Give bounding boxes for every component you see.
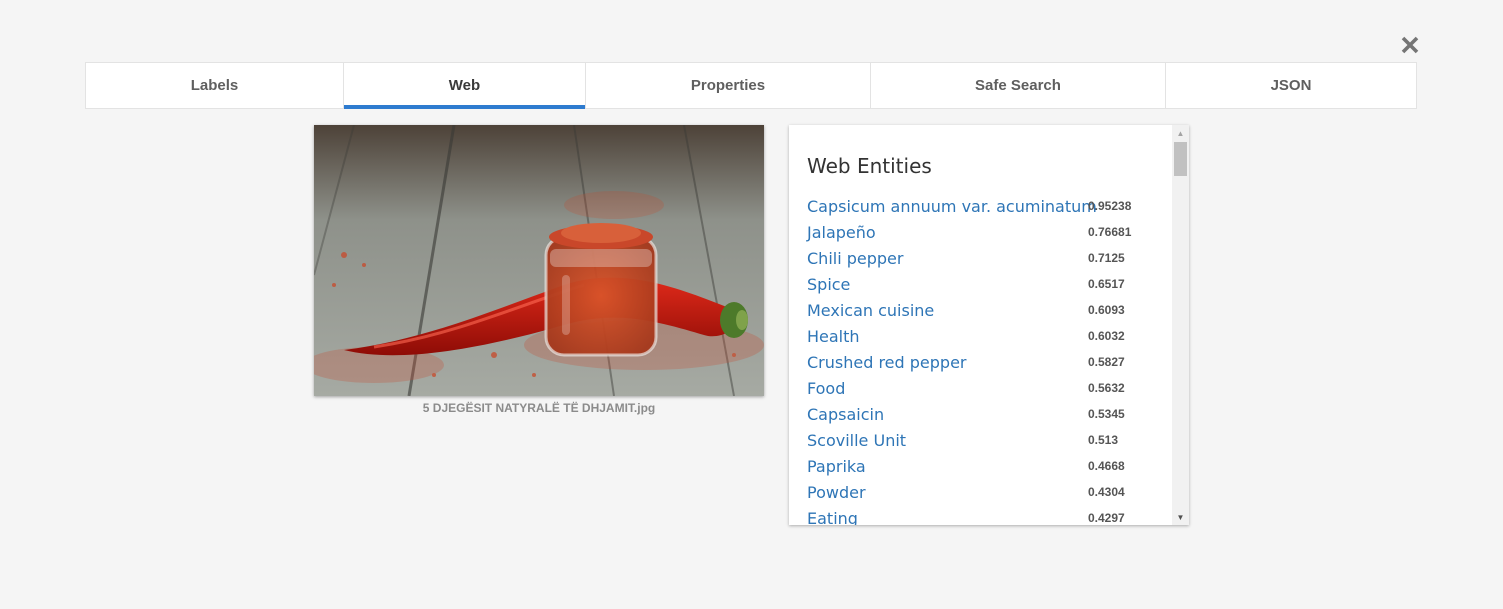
close-icon <box>1401 36 1419 54</box>
entity-link[interactable]: Mexican cuisine <box>807 301 934 320</box>
list-item: Mexican cuisine 0.6093 <box>807 297 1157 323</box>
entity-score: 0.4304 <box>1088 485 1125 499</box>
list-item: Eating 0.4297 <box>807 505 1157 526</box>
tab-label: Web <box>448 77 481 94</box>
list-item: Spice 0.6517 <box>807 271 1157 297</box>
entity-link[interactable]: Chili pepper <box>807 249 903 268</box>
scroll-up-button[interactable]: ▲ <box>1172 125 1189 141</box>
close-button[interactable] <box>1398 33 1422 57</box>
tab-safe-search[interactable]: Safe Search <box>871 63 1166 108</box>
entity-score: 0.7125 <box>1088 251 1125 265</box>
entity-score: 0.6093 <box>1088 303 1125 317</box>
entity-link[interactable]: Capsaicin <box>807 405 884 424</box>
tab-label: Labels <box>190 77 239 94</box>
tab-label: JSON <box>1270 77 1312 94</box>
list-item: Health 0.6032 <box>807 323 1157 349</box>
entity-link[interactable]: Jalapeño <box>807 223 876 242</box>
tab-json[interactable]: JSON <box>1166 63 1416 108</box>
image-caption: 5 DJEGËSIT NATYRALË TË DHJAMIT.jpg <box>422 401 656 415</box>
tab-properties[interactable]: Properties <box>586 63 871 108</box>
entity-score: 0.5632 <box>1088 381 1125 395</box>
list-item: Crushed red pepper 0.5827 <box>807 349 1157 375</box>
list-item: Chili pepper 0.7125 <box>807 245 1157 271</box>
panel-title: Web Entities <box>807 154 932 178</box>
entity-score: 0.6517 <box>1088 277 1125 291</box>
scroll-down-button[interactable]: ▼ <box>1172 509 1189 525</box>
tab-bar: Labels Web Properties Safe Search JSON <box>85 62 1417 109</box>
scrollbar[interactable]: ▲ ▼ <box>1172 125 1189 525</box>
chili-pepper-photo <box>314 125 764 396</box>
list-item: Paprika 0.4668 <box>807 453 1157 479</box>
entity-score: 0.76681 <box>1088 225 1132 239</box>
list-item: Powder 0.4304 <box>807 479 1157 505</box>
entity-link[interactable]: Health <box>807 327 860 346</box>
list-item: Scoville Unit 0.513 <box>807 427 1157 453</box>
entity-link[interactable]: Crushed red pepper <box>807 353 967 372</box>
entity-list: Capsicum annuum var. acuminatum 0.95238 … <box>807 193 1157 526</box>
tab-web[interactable]: Web <box>344 63 586 109</box>
scroll-thumb[interactable] <box>1174 142 1187 176</box>
entity-link[interactable]: Scoville Unit <box>807 431 906 450</box>
list-item: Jalapeño 0.76681 <box>807 219 1157 245</box>
uploaded-image <box>314 125 764 396</box>
entity-link[interactable]: Eating <box>807 509 858 526</box>
entity-score: 0.5827 <box>1088 355 1125 369</box>
tab-labels[interactable]: Labels <box>86 63 344 108</box>
entity-link[interactable]: Capsicum annuum var. acuminatum <box>807 197 1097 216</box>
list-item: Capsicum annuum var. acuminatum 0.95238 <box>807 193 1157 219</box>
entity-score: 0.513 <box>1088 433 1119 447</box>
entity-score: 0.95238 <box>1088 199 1132 213</box>
triangle-down-icon: ▼ <box>1176 512 1185 522</box>
tab-label: Properties <box>690 77 766 94</box>
tab-label: Safe Search <box>975 77 1061 94</box>
entity-link[interactable]: Powder <box>807 483 866 502</box>
entity-link[interactable]: Spice <box>807 275 850 294</box>
list-item: Food 0.5632 <box>807 375 1157 401</box>
entity-link[interactable]: Food <box>807 379 845 398</box>
list-item: Capsaicin 0.5345 <box>807 401 1157 427</box>
triangle-up-icon: ▲ <box>1176 128 1185 138</box>
entity-score: 0.4297 <box>1088 511 1125 525</box>
web-entities-panel: Web Entities Capsicum annuum var. acumin… <box>789 125 1189 525</box>
entity-score: 0.5345 <box>1088 407 1125 421</box>
entity-score: 0.6032 <box>1088 329 1125 343</box>
entity-score: 0.4668 <box>1088 459 1125 473</box>
entity-link[interactable]: Paprika <box>807 457 866 476</box>
